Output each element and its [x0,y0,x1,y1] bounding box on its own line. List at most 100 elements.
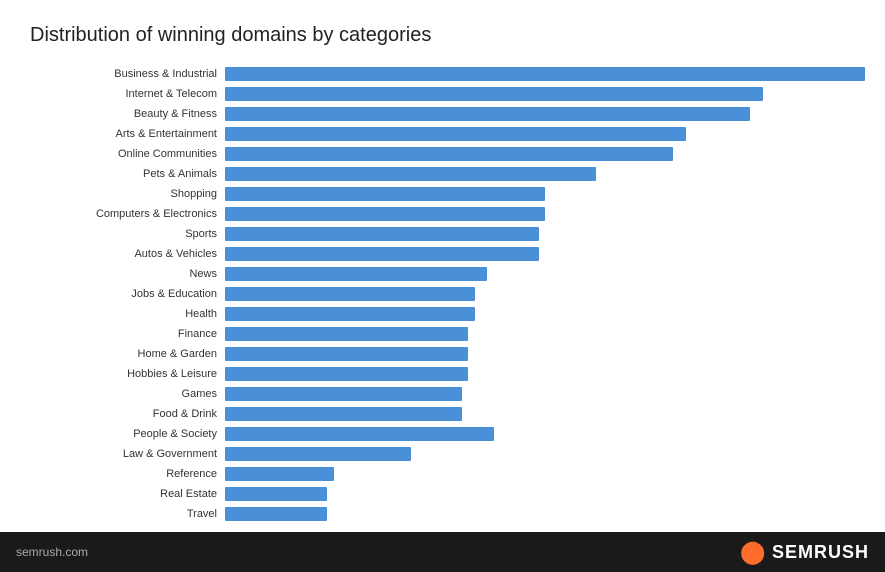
bar-label: Computers & Electronics [30,208,225,220]
brand-label: SEMRUSH [772,542,869,563]
bar-fill [225,87,763,101]
bar-row: Law & Government [30,445,865,462]
bar-row: Food & Drink [30,405,865,422]
chart-title: Distribution of winning domains by categ… [30,24,865,47]
bar-row: News [30,265,865,282]
bar-row: Travel [30,505,865,522]
bar-row: Hobbies & Leisure [30,365,865,382]
bar-track [225,107,865,121]
bar-label: Internet & Telecom [30,88,225,100]
bar-track [225,367,865,381]
bar-label: Jobs & Education [30,288,225,300]
bar-fill [225,467,334,481]
bar-label: Food & Drink [30,408,225,420]
bar-fill [225,147,673,161]
bar-track [225,87,865,101]
bar-fill [225,187,545,201]
bar-label: People & Society [30,428,225,440]
bar-track [225,307,865,321]
footer: semrush.com ⬤ SEMRUSH [0,532,885,572]
bar-track [225,347,865,361]
bar-label: Shopping [30,188,225,200]
bar-row: Games [30,385,865,402]
bar-track [225,147,865,161]
bar-row: Autos & Vehicles [30,245,865,262]
bar-row: Business & Industrial [30,65,865,82]
bar-label: Pets & Animals [30,168,225,180]
bar-row: Home & Garden [30,345,865,362]
bar-row: Reference [30,465,865,482]
bar-label: Home & Garden [30,348,225,360]
bar-fill [225,267,487,281]
semrush-logo: ⬤ SEMRUSH [740,539,869,565]
bar-fill [225,127,686,141]
bar-fill [225,207,545,221]
semrush-icon: ⬤ [740,539,766,565]
bar-row: Internet & Telecom [30,85,865,102]
bar-label: Arts & Entertainment [30,128,225,140]
bar-label: Sports [30,228,225,240]
bar-fill [225,447,411,461]
bar-label: News [30,268,225,280]
bar-row: Finance [30,325,865,342]
bar-track [225,267,865,281]
bar-row: Online Communities [30,145,865,162]
bar-track [225,127,865,141]
bar-label: Reference [30,468,225,480]
bar-track [225,287,865,301]
bar-label: Hobbies & Leisure [30,368,225,380]
bar-label: Law & Government [30,448,225,460]
bar-row: Health [30,305,865,322]
bar-fill [225,107,750,121]
bar-label: Beauty & Fitness [30,108,225,120]
bar-fill [225,487,327,501]
bar-row: Jobs & Education [30,285,865,302]
bar-row: Beauty & Fitness [30,105,865,122]
bar-label: Business & Industrial [30,68,225,80]
bar-fill [225,427,494,441]
bar-fill [225,367,468,381]
bar-track [225,447,865,461]
bar-fill [225,407,462,421]
bar-fill [225,247,539,261]
bar-track [225,487,865,501]
bar-track [225,167,865,181]
bar-label: Real Estate [30,488,225,500]
bar-label: Health [30,308,225,320]
bar-row: Real Estate [30,485,865,502]
bar-label: Travel [30,508,225,520]
bar-track [225,187,865,201]
bar-track [225,227,865,241]
bar-track [225,207,865,221]
bar-fill [225,347,468,361]
footer-url: semrush.com [16,545,88,559]
chart-area: Business & Industrial Internet & Telecom B… [20,65,865,522]
bar-fill [225,67,865,81]
bar-row: Computers & Electronics [30,205,865,222]
bar-row: Arts & Entertainment [30,125,865,142]
bar-track [225,507,865,521]
bar-label: Online Communities [30,148,225,160]
bar-fill [225,307,475,321]
bar-row: Sports [30,225,865,242]
bar-fill [225,507,327,521]
bar-label: Autos & Vehicles [30,248,225,260]
bar-track [225,467,865,481]
bar-row: Shopping [30,185,865,202]
bar-track [225,67,865,81]
bar-fill [225,387,462,401]
bar-track [225,407,865,421]
bar-fill [225,287,475,301]
bar-label: Finance [30,328,225,340]
bar-fill [225,327,468,341]
bar-track [225,427,865,441]
bar-fill [225,167,596,181]
bar-track [225,327,865,341]
bar-fill [225,227,539,241]
bar-row: Pets & Animals [30,165,865,182]
bar-label: Games [30,388,225,400]
bar-row: People & Society [30,425,865,442]
bar-track [225,247,865,261]
bar-track [225,387,865,401]
chart-container: Distribution of winning domains by categ… [0,0,885,532]
